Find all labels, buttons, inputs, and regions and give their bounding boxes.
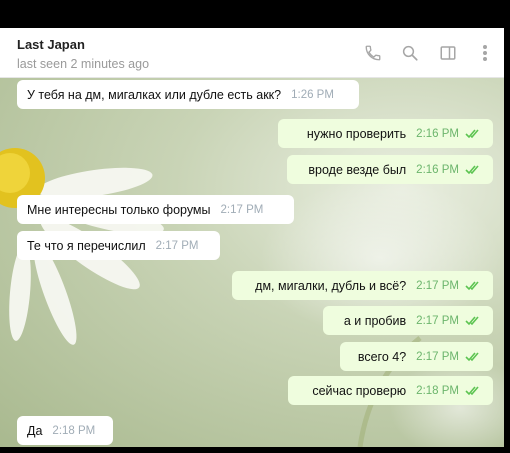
message-text: сейчас проверю	[312, 383, 407, 398]
window-right-edge	[504, 28, 510, 453]
message-bubble-incoming[interactable]: У тебя на дм, мигалках или дубле есть ак…	[17, 80, 359, 109]
window-top-strip	[0, 0, 510, 28]
message-bubble-outgoing[interactable]: нужно проверить 2:16 PM	[278, 119, 493, 148]
message-time: 1:26 PM	[291, 88, 334, 101]
message-bubble-outgoing[interactable]: вроде везде был 2:16 PM	[287, 155, 493, 184]
message-list[interactable]: У тебя на дм, мигалках или дубле есть ак…	[0, 78, 504, 447]
phone-icon[interactable]	[362, 42, 384, 64]
more-vertical-icon[interactable]	[474, 42, 496, 64]
message-text: вроде везде был	[308, 162, 407, 177]
message-bubble-outgoing[interactable]: всего 4? 2:17 PM	[340, 342, 493, 371]
double-check-read-icon	[465, 385, 479, 395]
message-bubble-outgoing[interactable]: сейчас проверю 2:18 PM	[288, 376, 493, 405]
double-check-read-icon	[465, 164, 479, 174]
message-bubble-incoming[interactable]: Да 2:18 PM	[17, 416, 113, 445]
contact-name[interactable]: Last Japan	[17, 37, 85, 52]
message-time: 2:18 PM	[416, 384, 459, 397]
message-bubble-incoming[interactable]: Мне интересны только форумы 2:17 PM	[17, 195, 294, 224]
double-check-read-icon	[465, 280, 479, 290]
message-text: Те что я перечислил	[27, 238, 146, 253]
message-time: 2:18 PM	[52, 424, 96, 437]
message-text: всего 4?	[357, 349, 407, 364]
message-text: дм, мигалки, дубль и всё?	[255, 278, 407, 293]
contact-last-seen: last seen 2 minutes ago	[17, 57, 150, 71]
double-check-read-icon	[465, 351, 479, 361]
message-time: 2:17 PM	[416, 279, 459, 292]
chat-header: Last Japan last seen 2 minutes ago	[0, 28, 510, 78]
message-text: нужно проверить	[306, 126, 407, 141]
message-time: 2:17 PM	[155, 239, 199, 252]
message-bubble-outgoing[interactable]: а и пробив 2:17 PM	[323, 306, 493, 335]
message-text: Да	[27, 423, 43, 438]
double-check-read-icon	[465, 128, 479, 138]
message-time: 2:17 PM	[220, 203, 264, 216]
message-time: 2:17 PM	[416, 350, 459, 363]
message-time: 2:16 PM	[416, 127, 459, 140]
message-time: 2:16 PM	[416, 163, 459, 176]
message-text: У тебя на дм, мигалках или дубле есть ак…	[27, 87, 282, 102]
message-bubble-outgoing[interactable]: дм, мигалки, дубль и всё? 2:17 PM	[232, 271, 493, 300]
window-bottom-edge	[0, 447, 510, 453]
message-text: Мне интересны только форумы	[27, 202, 211, 217]
double-check-read-icon	[465, 315, 479, 325]
message-bubble-incoming[interactable]: Те что я перечислил 2:17 PM	[17, 231, 220, 260]
message-text: а и пробив	[343, 313, 407, 328]
sidebar-icon[interactable]	[437, 42, 459, 64]
search-icon[interactable]	[399, 42, 421, 64]
message-time: 2:17 PM	[416, 314, 459, 327]
